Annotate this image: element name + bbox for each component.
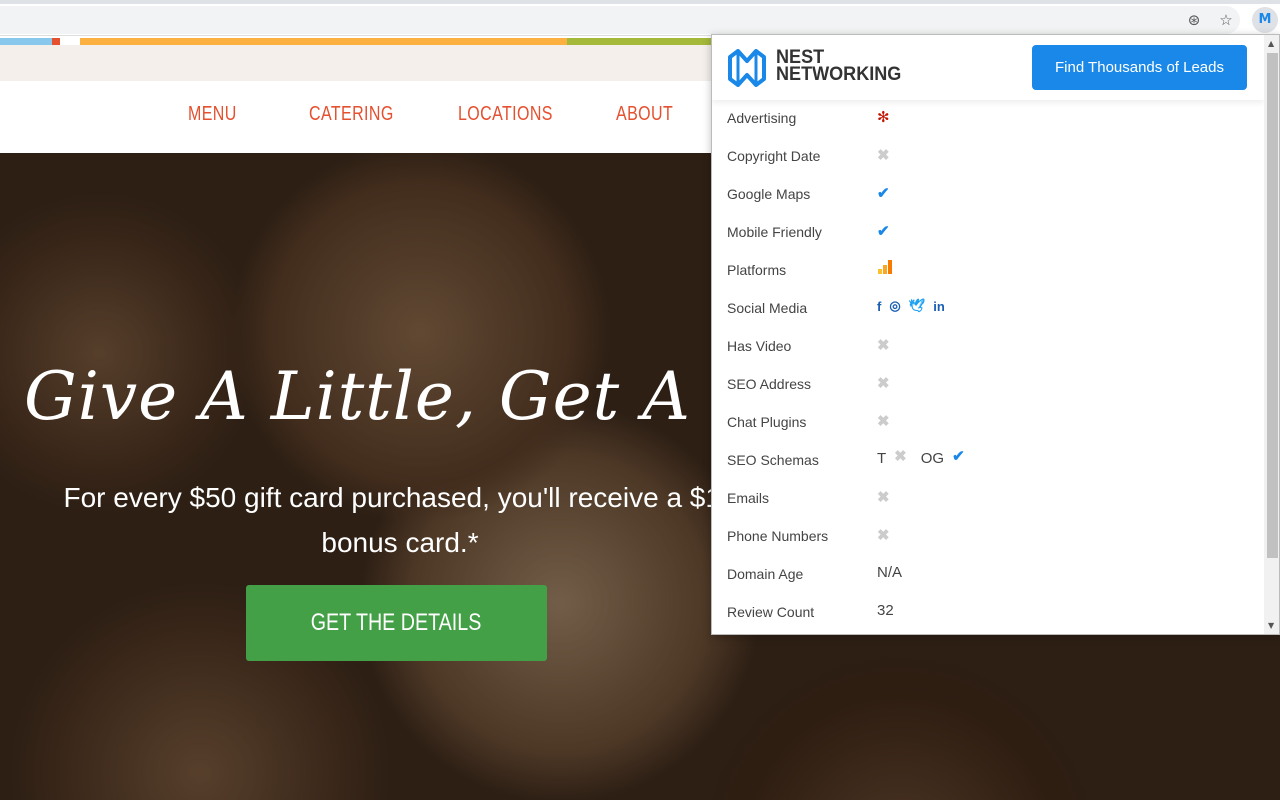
row-value: ✖ bbox=[877, 412, 890, 430]
schema-label: OG bbox=[920, 450, 945, 467]
check-icon: ✔ bbox=[877, 223, 890, 240]
row-label: SEO Schemas bbox=[727, 452, 819, 468]
audit-row: Advertising ✻ bbox=[712, 100, 1264, 138]
audit-row: Review Count 32 bbox=[712, 594, 1264, 632]
row-value: N/A bbox=[877, 564, 903, 581]
scroll-down-icon[interactable]: ▼ bbox=[1268, 621, 1274, 630]
row-value: ✖ bbox=[877, 374, 890, 392]
audit-row: Mobile Friendly ✔ bbox=[712, 214, 1264, 252]
color-stripe bbox=[80, 38, 567, 45]
audit-row: SEO Schemas T ✖ OG ✔ bbox=[712, 442, 1264, 480]
scrollbar[interactable]: ▲ ▼ bbox=[1264, 35, 1279, 634]
nav-menu[interactable]: MENU bbox=[188, 103, 237, 126]
audit-list: Advertising ✻ Copyright Date ✖ Google Maps ✔ M… bbox=[712, 100, 1264, 632]
audit-row: Has Video ✖ bbox=[712, 328, 1264, 366]
row-label: Review Count bbox=[727, 604, 815, 620]
audit-row: Phone Numbers ✖ bbox=[712, 518, 1264, 556]
x-icon: ✖ bbox=[877, 147, 890, 164]
scrollbar-thumb[interactable] bbox=[1267, 53, 1278, 558]
row-label: Mobile Friendly bbox=[727, 224, 822, 240]
extension-blocked-icon[interactable]: ⊛ bbox=[1184, 10, 1204, 30]
row-label: Phone Numbers bbox=[727, 528, 829, 544]
row-label: Platforms bbox=[727, 262, 787, 278]
color-stripe bbox=[60, 38, 80, 45]
check-icon: ✔ bbox=[877, 185, 890, 202]
x-icon: ✖ bbox=[877, 527, 890, 544]
nav-catering[interactable]: CATERING bbox=[309, 103, 394, 126]
row-value: T ✖ OG ✔ bbox=[877, 447, 971, 468]
linkedin-icon[interactable]: in bbox=[933, 299, 945, 314]
nav-about[interactable]: ABOUT bbox=[616, 103, 673, 126]
nest-networking-popup: NEST NETWORKING Find Thousands of Leads … bbox=[711, 34, 1280, 635]
address-bar[interactable] bbox=[0, 6, 1240, 34]
google-analytics-icon bbox=[877, 260, 893, 278]
row-value: ✖ bbox=[877, 526, 890, 544]
row-label: Chat Plugins bbox=[727, 414, 807, 430]
get-details-button[interactable]: GET THE DETAILS bbox=[246, 585, 547, 661]
scroll-up-icon[interactable]: ▲ bbox=[1268, 39, 1274, 48]
brand-name: NEST NETWORKING bbox=[776, 48, 902, 85]
row-value: ✖ bbox=[877, 488, 890, 506]
nest-logo-icon bbox=[728, 49, 766, 87]
audit-row: Chat Plugins ✖ bbox=[712, 404, 1264, 442]
x-icon: ✖ bbox=[877, 375, 890, 392]
hero-subtext: For every $50 gift card purchased, you'l… bbox=[63, 482, 737, 558]
row-label: Has Video bbox=[727, 338, 792, 354]
facebook-icon[interactable]: f bbox=[877, 299, 881, 314]
x-icon: ✖ bbox=[877, 489, 890, 506]
brand-line-2: NETWORKING bbox=[776, 64, 902, 85]
cta-label: GET THE DETAILS bbox=[311, 609, 482, 636]
popup-header: NEST NETWORKING Find Thousands of Leads bbox=[712, 35, 1264, 100]
nest-extension-icon[interactable]: M bbox=[1252, 7, 1278, 33]
instagram-icon[interactable]: ◎ bbox=[889, 298, 900, 314]
audit-row: Google Maps ✔ bbox=[712, 176, 1264, 214]
bookmark-star-icon[interactable]: ☆ bbox=[1216, 10, 1236, 30]
audit-row: Copyright Date ✖ bbox=[712, 138, 1264, 176]
row-value: ✔ bbox=[877, 184, 890, 202]
row-value: ✖ bbox=[877, 146, 890, 164]
x-icon: ✖ bbox=[877, 413, 890, 430]
color-stripe bbox=[567, 38, 712, 45]
row-value: ✔ bbox=[877, 222, 890, 240]
row-value: ✖ bbox=[877, 336, 890, 354]
row-value: 32 bbox=[877, 602, 894, 619]
schema-label: T bbox=[877, 450, 887, 467]
row-label: Advertising bbox=[727, 110, 797, 126]
browser-toolbar: ⊛ ☆ M bbox=[0, 4, 1280, 36]
nav-locations[interactable]: LOCATIONS bbox=[458, 103, 553, 126]
find-leads-button[interactable]: Find Thousands of Leads bbox=[1032, 45, 1247, 90]
check-icon: ✔ bbox=[952, 447, 965, 465]
row-value: ✻ bbox=[877, 108, 890, 126]
row-value: f ◎ 🕊 in bbox=[877, 298, 945, 314]
row-label: Emails bbox=[727, 490, 770, 506]
audit-row: Domain Age N/A bbox=[712, 556, 1264, 594]
row-label: Domain Age bbox=[727, 566, 804, 582]
row-value bbox=[877, 260, 893, 278]
row-label: Social Media bbox=[727, 300, 808, 316]
twitter-icon[interactable]: 🕊 bbox=[909, 298, 926, 314]
x-icon: ✖ bbox=[877, 337, 890, 354]
x-icon: ✖ bbox=[894, 447, 907, 465]
audit-row: Platforms bbox=[712, 252, 1264, 290]
row-label: SEO Address bbox=[727, 376, 812, 392]
audit-row: Emails ✖ bbox=[712, 480, 1264, 518]
color-stripe bbox=[52, 38, 60, 45]
color-stripe bbox=[0, 38, 52, 45]
row-label: Google Maps bbox=[727, 186, 811, 202]
row-label: Copyright Date bbox=[727, 148, 821, 164]
yelp-icon: ✻ bbox=[877, 109, 890, 126]
audit-row: Social Media f ◎ 🕊 in bbox=[712, 290, 1264, 328]
audit-row: SEO Address ✖ bbox=[712, 366, 1264, 404]
